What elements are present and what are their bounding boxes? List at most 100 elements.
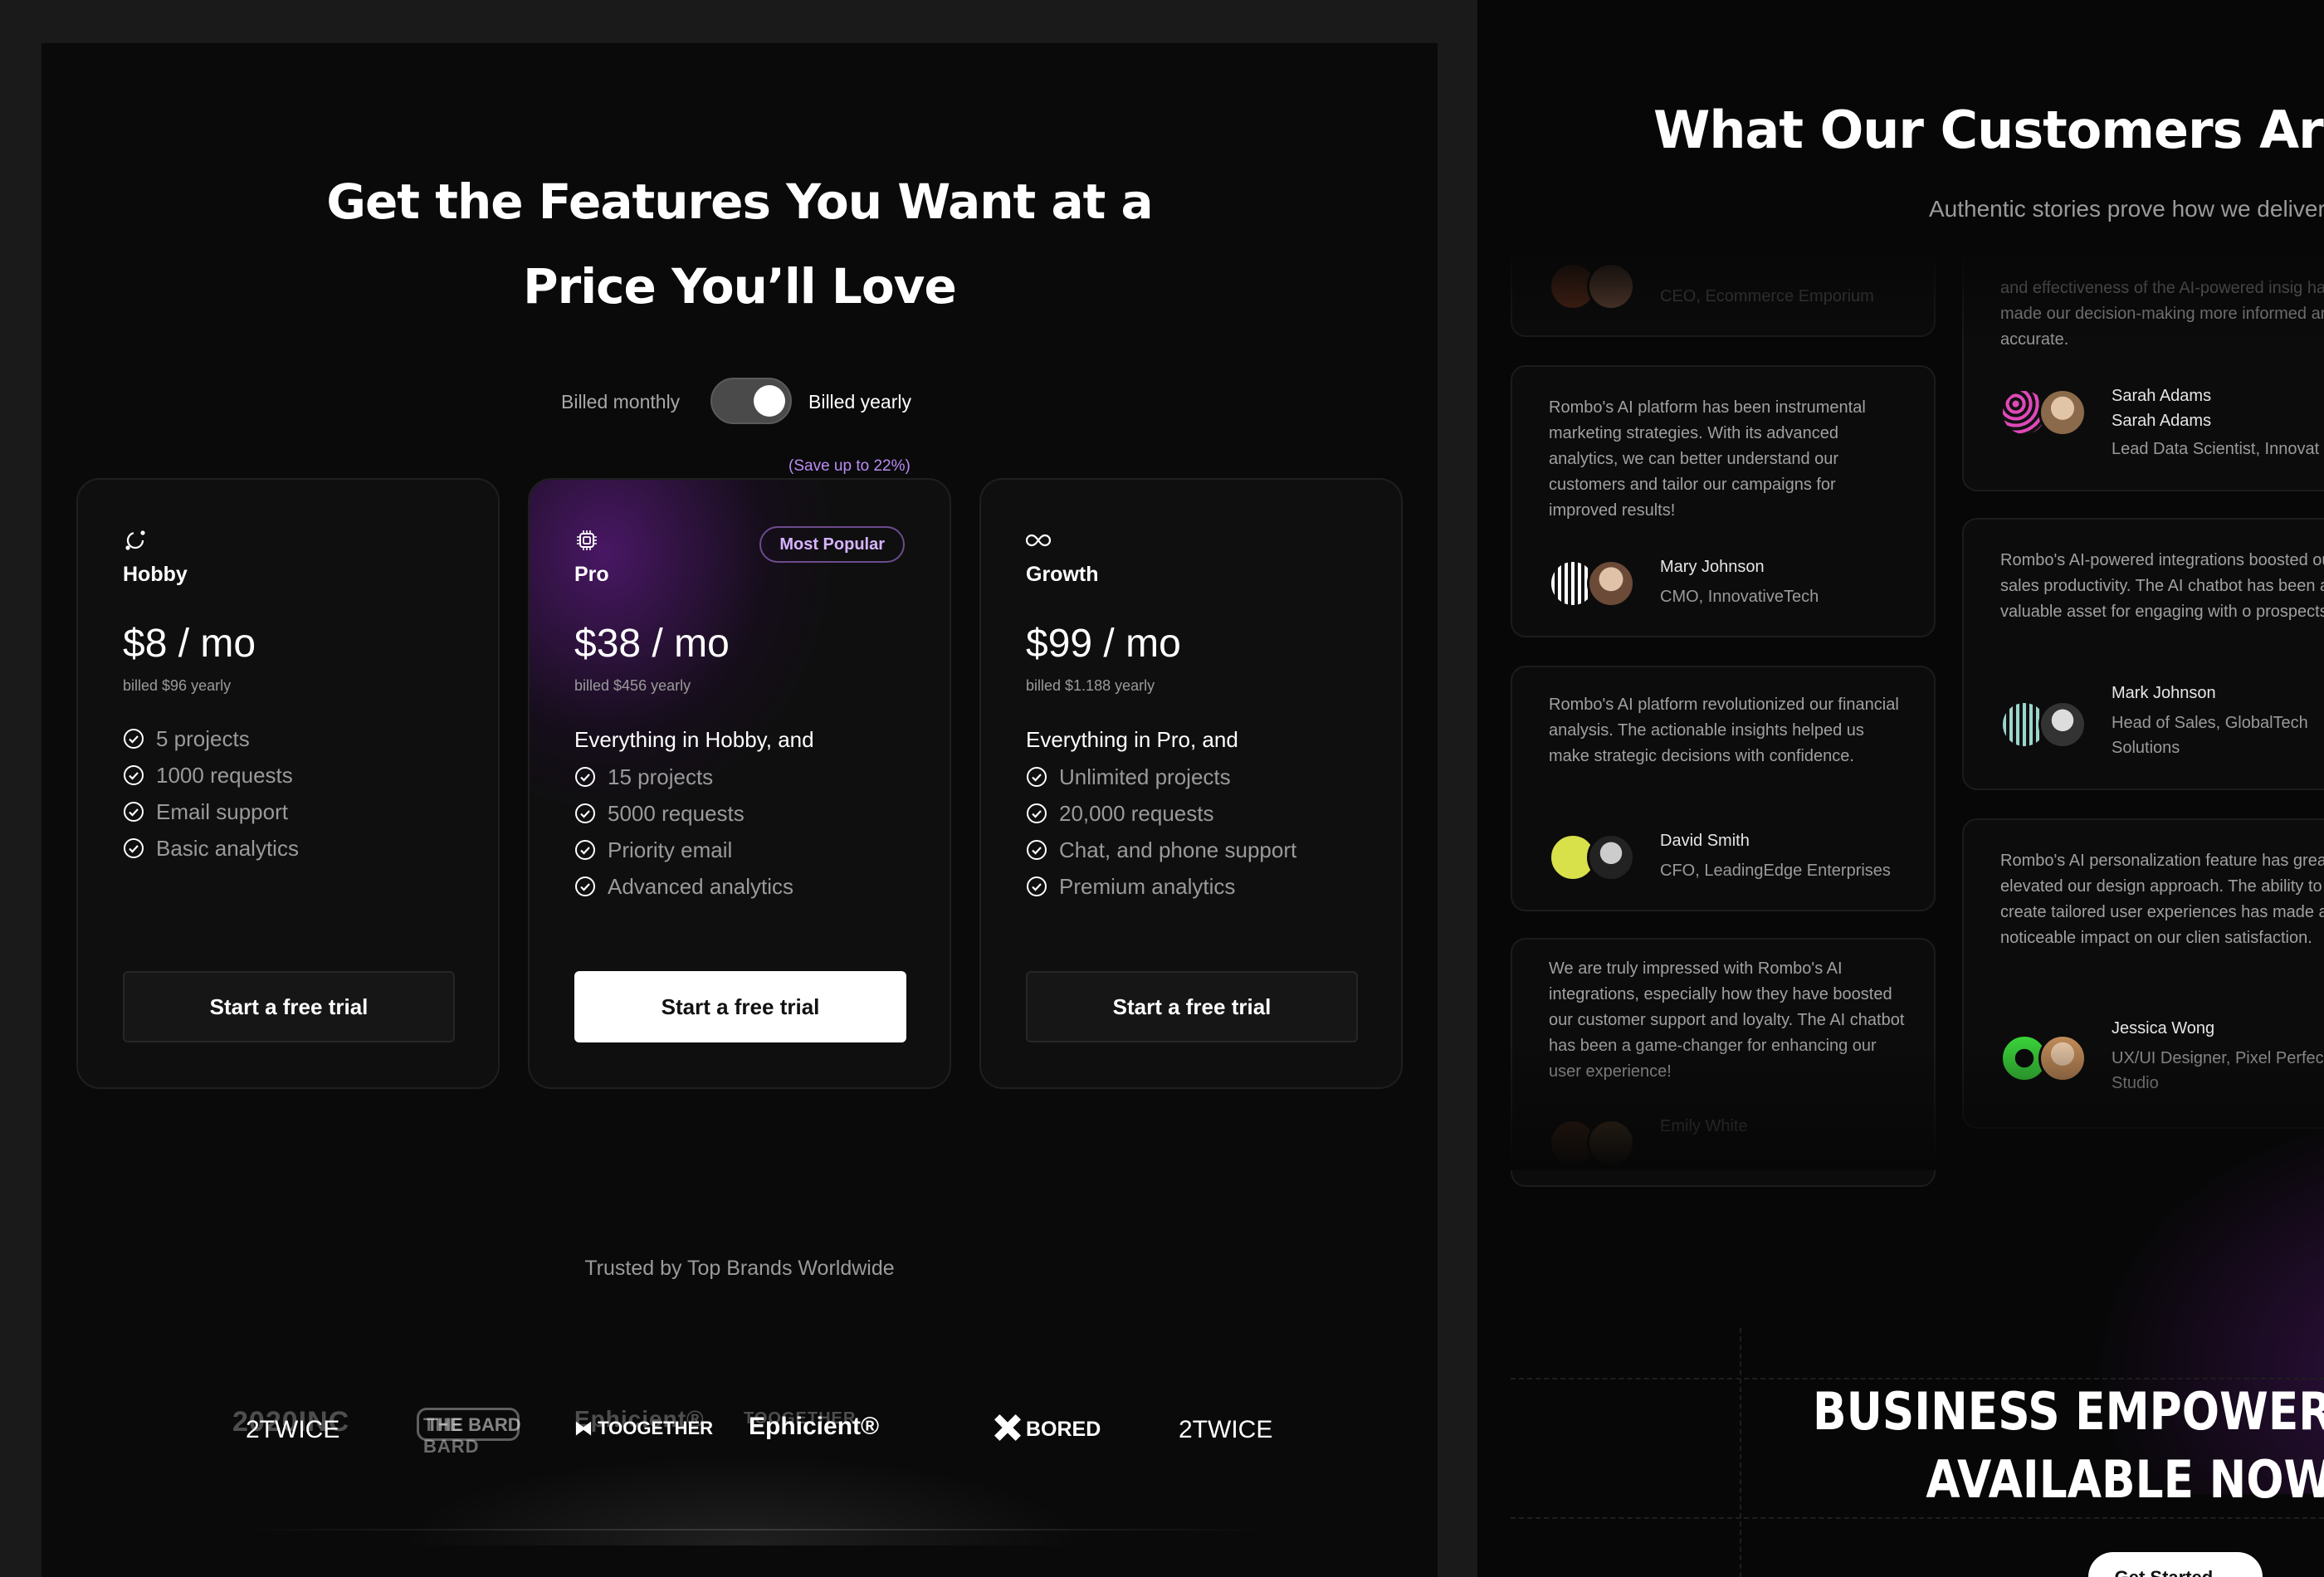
feature-list: Unlimited projects 20,000 requests Chat,… [1026,759,1296,905]
person-info: CEO, Ecommerce Emporium [1660,284,1874,309]
cta-headline-line2: AVAILABLE NOW [1925,1449,2324,1510]
plan-card-hobby: Hobby $8 / mo billed $96 yearly 5 projec… [76,478,500,1089]
trusted-label: Trusted by Top Brands Worldwide [584,1257,895,1280]
check-circle-icon [124,765,144,785]
plan-billed: billed $456 yearly [574,677,691,694]
pricing-section: Get the Features You Want at a Price You… [42,43,1438,1577]
avatar-group [2000,701,2092,750]
testimonial-quote: Rombo's AI-powered integrations boosted … [2000,551,2324,621]
check-circle-icon [575,876,595,896]
feature-item: Basic analytics [123,830,299,867]
grid-line [1740,1328,1741,1577]
person-name: Jessica Wong [2112,1019,2215,1038]
avatar-group [1549,559,1640,609]
check-circle-icon [575,803,595,823]
testimonial-card: Rombo's AI platform has been instrumenta… [1511,365,1936,637]
check-circle-icon [124,838,144,858]
billing-toggle[interactable] [710,378,792,424]
person-name: David Smith [1660,832,1750,850]
avatar [2038,1034,2087,1082]
avatar [1587,559,1635,608]
toggle-knob [754,385,785,417]
cta-headline-line1: BUSINESS EMPOWER [1812,1381,2324,1442]
feature-item: Unlimited projects [1026,759,1296,795]
person-name: Emily White [1660,1117,1748,1135]
feature-text: Priority email [608,837,733,862]
avatar [1587,833,1635,881]
start-free-trial-button[interactable]: Start a free trial [574,971,906,1042]
check-circle-icon [1027,803,1047,823]
testimonial-card: Rombo's AI-powered integrations boosted … [1962,518,2324,790]
plan-billed: billed $96 yearly [123,677,232,694]
cross-shape-icon [994,1414,1021,1441]
start-free-trial-button[interactable]: Start a free trial [123,971,455,1042]
person-name: Sarah Adams [2112,387,2212,405]
feature-text: 15 projects [608,764,714,789]
person-role: CMO, InnovativeTech [1660,588,1819,606]
testimonial-card: We are truly impressed with Rombo's AI i… [1511,938,1936,1187]
feature-text: 1000 requests [156,762,293,788]
avatar [2038,701,2087,749]
feature-text: Chat, and phone support [1059,837,1297,862]
feature-item: 5000 requests [574,795,793,832]
testimonial-card: CEO, Ecommerce Emporium [1511,249,1936,337]
pricing-title-line2: Price You’ll Love [523,258,957,315]
person-name: Mark Johnson [2112,684,2216,702]
feature-text: Premium analytics [1059,873,1236,899]
testimonial-quote: and effectiveness of the AI-powered insi… [2000,279,2324,349]
check-circle-icon [1027,767,1047,787]
feature-text: Advanced analytics [608,873,794,899]
testimonial-quote: Rombo's AI personalization feature has g… [2000,852,2324,947]
plan-name: Pro [574,563,609,586]
plan-name: Growth [1026,563,1099,586]
logo-text: 2TWICE [246,1416,340,1443]
save-note: (Save up to 22%) [788,457,911,475]
check-circle-icon [575,840,595,860]
avatar [2038,388,2087,437]
person-info: David Smith CFO, LeadingEdge Enterprises [1660,828,1891,883]
feature-text: 5000 requests [608,800,745,826]
avatar [1587,1119,1635,1167]
billed-yearly-label[interactable]: Billed yearly [808,391,911,413]
start-free-trial-button[interactable]: Start a free trial [1026,971,1358,1042]
divider-line [241,1529,1270,1531]
person-info: Sarah Adams Sarah Adams Lead Data Scient… [2112,383,2319,461]
person-info: Mark Johnson Head of Sales, GlobalTech S… [2112,681,2324,760]
person-role: CEO, Ecommerce Emporium [1660,287,1874,305]
bowtie-icon: ⧓ [574,1418,598,1438]
get-started-button[interactable]: Get Started → [2088,1552,2263,1577]
testimonial-quote: Rombo's AI platform revolutionized our f… [1549,696,1899,765]
plan-price: $8 / mo [123,622,256,666]
testimonials-title: What Our Customers Are Sa [1653,100,2324,160]
check-circle-icon [1027,840,1047,860]
avatar-group [1549,1119,1640,1169]
feature-item: Email support [123,793,299,830]
feature-text: Email support [156,798,288,824]
most-popular-badge: Most Popular [759,526,905,563]
check-circle-icon [575,767,595,787]
testimonial-card: and effectiveness of the AI-powered insi… [1962,249,2324,491]
feature-text: Basic analytics [156,835,299,861]
logo-text: 2TWICE [1179,1416,1273,1443]
person-name: Mary Johnson [1660,558,1765,576]
billing-toggle-group: Billed monthly Billed yearly (Save up to… [42,378,1438,475]
billed-monthly-label[interactable]: Billed monthly [561,391,680,413]
testimonial-quote: We are truly impressed with Rombo's AI i… [1549,959,1905,1081]
person-role: Lead Data Scientist, Innovat [2112,440,2320,458]
person-info: Mary Johnson CMO, InnovativeTech [1660,554,1819,609]
check-circle-icon [124,802,144,822]
logo-text: BORED [994,1414,1101,1442]
brand-logo-strip: 2020INC 2TWICE THE BARD THE BARD Ephicie… [232,1388,1272,1471]
cta-headline: BUSINESS EMPOWER AVAILABLE NOW [1813,1378,2324,1514]
feature-item: Premium analytics [1026,868,1296,905]
avatar [1587,262,1635,310]
testimonial-card: Rombo's AI platform revolutionized our f… [1511,666,1936,911]
chip-icon [577,530,597,550]
feature-item: 15 projects [574,759,793,795]
testimonial-quote: Rombo's AI platform has been instrumenta… [1549,398,1866,520]
infinity-icon [1026,534,1051,547]
plan-price: $99 / mo [1026,622,1181,666]
check-circle-icon [1027,876,1047,896]
plan-name: Hobby [123,563,188,586]
plan-lead-text: Everything in Pro, and [1026,727,1238,752]
